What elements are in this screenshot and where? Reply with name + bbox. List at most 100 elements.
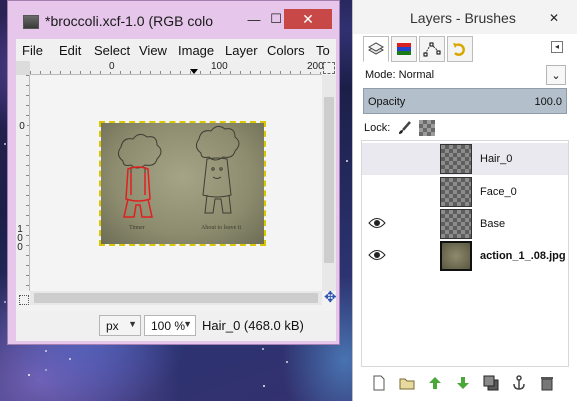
anchor-layer-button[interactable] — [511, 375, 527, 391]
menu-select[interactable]: Select — [94, 43, 130, 58]
vertical-scrollbar[interactable] — [322, 75, 336, 291]
lower-layer-button[interactable] — [455, 375, 471, 391]
layer-row[interactable]: action_1_.08.jpg — [362, 240, 568, 272]
anchor-layer-icon — [513, 375, 525, 390]
star-decoration — [28, 374, 30, 376]
dock-menu-button[interactable]: ◂ — [551, 41, 563, 53]
menu-image[interactable]: Image — [178, 43, 214, 58]
gimp-image-icon — [23, 15, 39, 29]
ruler-label: 0 — [109, 61, 116, 72]
chevron-down-icon: ⌄ — [551, 69, 561, 82]
image-content-area: 0 100 200 0 100 Tinner About to leave it… — [16, 61, 337, 311]
ruler-label: 0 — [17, 122, 27, 132]
menu-file[interactable]: File — [22, 43, 43, 58]
zoom-value: 100 % — [151, 319, 186, 333]
horizontal-scrollbar[interactable] — [30, 291, 322, 305]
eye-icon — [368, 218, 386, 228]
image-window: *broccoli.xcf-1.0 (RGB colo — ☐ ✕ File E… — [7, 0, 340, 345]
horizontal-scrollbar-thumb[interactable] — [34, 293, 318, 303]
raise-layer-icon — [429, 377, 441, 389]
mode-dropdown[interactable]: ⌄ — [546, 65, 566, 85]
layers-titlebar[interactable]: Layers - Brushes ✕ — [353, 0, 577, 34]
new-layer-group-button[interactable] — [399, 375, 415, 391]
paths-icon — [423, 42, 441, 57]
ruler-label: 100 — [17, 224, 23, 253]
tab-layers[interactable] — [363, 36, 389, 62]
close-button[interactable]: ✕ — [284, 9, 332, 29]
layer-name[interactable]: Base — [480, 218, 505, 230]
layer-list: Hair_0 Face_0 Base action_1_.08.jpg — [361, 140, 569, 367]
lock-alpha-toggle[interactable] — [419, 120, 435, 136]
unit-select[interactable]: px ▼ — [99, 315, 141, 336]
menu-tools[interactable]: To — [316, 43, 330, 58]
channels-icon — [397, 43, 411, 55]
star-decoration — [262, 348, 264, 350]
opacity-label: Opacity — [368, 96, 406, 108]
image-window-titlebar[interactable]: *broccoli.xcf-1.0 (RGB colo — ☐ ✕ — [8, 1, 339, 35]
svg-text:About to leave it: About to leave it — [201, 225, 241, 231]
new-layer-group-icon — [399, 378, 415, 390]
layer-row[interactable]: Base — [362, 208, 568, 240]
layer-thumbnail — [440, 144, 472, 174]
menu-view[interactable]: View — [139, 43, 167, 58]
paintbrush-icon — [399, 121, 411, 134]
quick-mask-toggle[interactable] — [19, 295, 29, 305]
star-decoration — [263, 385, 265, 387]
menu-layer[interactable]: Layer — [225, 43, 258, 58]
horizontal-ruler[interactable]: 0 100 200 — [30, 61, 325, 75]
layer-name[interactable]: action_1_.08.jpg — [480, 250, 566, 262]
broccoli-sketch: Tinner About to leave it — [117, 125, 241, 231]
lock-label: Lock: — [364, 122, 391, 134]
ruler-label: 100 — [211, 61, 229, 72]
status-text: Hair_0 (468.0 kB) — [202, 318, 304, 333]
mode-label-text: Mode: Normal — [365, 69, 434, 81]
undo-history-icon — [453, 43, 465, 56]
layer-name[interactable]: Hair_0 — [480, 153, 512, 165]
eye-icon — [368, 250, 386, 260]
menu-edit[interactable]: Edit — [59, 43, 81, 58]
layer-thumbnail — [440, 209, 472, 239]
lower-layer-icon — [457, 377, 469, 389]
new-layer-icon — [373, 375, 385, 391]
canvas-area[interactable]: Tinner About to leave it — [31, 76, 322, 291]
vertical-scrollbar-thumb[interactable] — [324, 97, 334, 263]
layer-row[interactable]: Hair_0 — [362, 143, 568, 175]
duplicate-layer-button[interactable] — [483, 375, 499, 391]
lock-pixels-toggle[interactable] — [397, 120, 413, 136]
ruler-pointer-marker — [190, 69, 198, 74]
raise-layer-button[interactable] — [427, 375, 443, 391]
star-decoration — [286, 361, 288, 363]
close-button[interactable]: ✕ — [539, 9, 569, 27]
statusbar: px ▼ 100 % ▼ Hair_0 (468.0 kB) — [16, 311, 336, 341]
canvas-image[interactable]: Tinner About to leave it — [99, 121, 266, 246]
navigate-icon[interactable]: ✥ — [324, 290, 337, 305]
bottom-scroll-row: ✥ — [16, 290, 337, 311]
star-decoration — [45, 350, 47, 352]
zoom-on-resize-button[interactable] — [323, 62, 335, 74]
tab-undo-history[interactable] — [447, 36, 473, 62]
layer-name[interactable]: Face_0 — [480, 186, 517, 198]
layer-row[interactable]: Face_0 — [362, 176, 568, 208]
mode-label: Mode: — [365, 69, 396, 81]
tab-paths[interactable] — [419, 36, 445, 62]
star-decoration — [346, 160, 348, 162]
delete-layer-button[interactable] — [539, 375, 555, 391]
duplicate-layer-icon — [483, 375, 499, 391]
lock-row: Lock: — [361, 118, 569, 138]
mode-value: Normal — [398, 69, 435, 81]
new-layer-button[interactable] — [371, 375, 387, 391]
chevron-down-icon: ▼ — [183, 319, 192, 329]
visibility-toggle[interactable] — [368, 216, 386, 232]
star-decoration — [69, 358, 71, 360]
opacity-slider[interactable]: Opacity 100.0 — [363, 88, 567, 114]
layers-dock-window: Layers - Brushes ✕ ◂ Mode: Normal ⌄ Opac… — [352, 0, 577, 401]
dock-tabs: ◂ — [361, 34, 571, 64]
tab-channels[interactable] — [391, 36, 417, 62]
visibility-toggle[interactable] — [368, 248, 386, 264]
zoom-select[interactable]: 100 % ▼ — [144, 315, 196, 336]
vertical-ruler[interactable]: 0 100 — [16, 75, 30, 291]
menubar: File Edit Select View Image Layer Colors… — [16, 39, 336, 61]
layer-toolbar — [361, 371, 569, 395]
chevron-down-icon: ▼ — [128, 319, 137, 329]
menu-colors[interactable]: Colors — [267, 43, 305, 58]
